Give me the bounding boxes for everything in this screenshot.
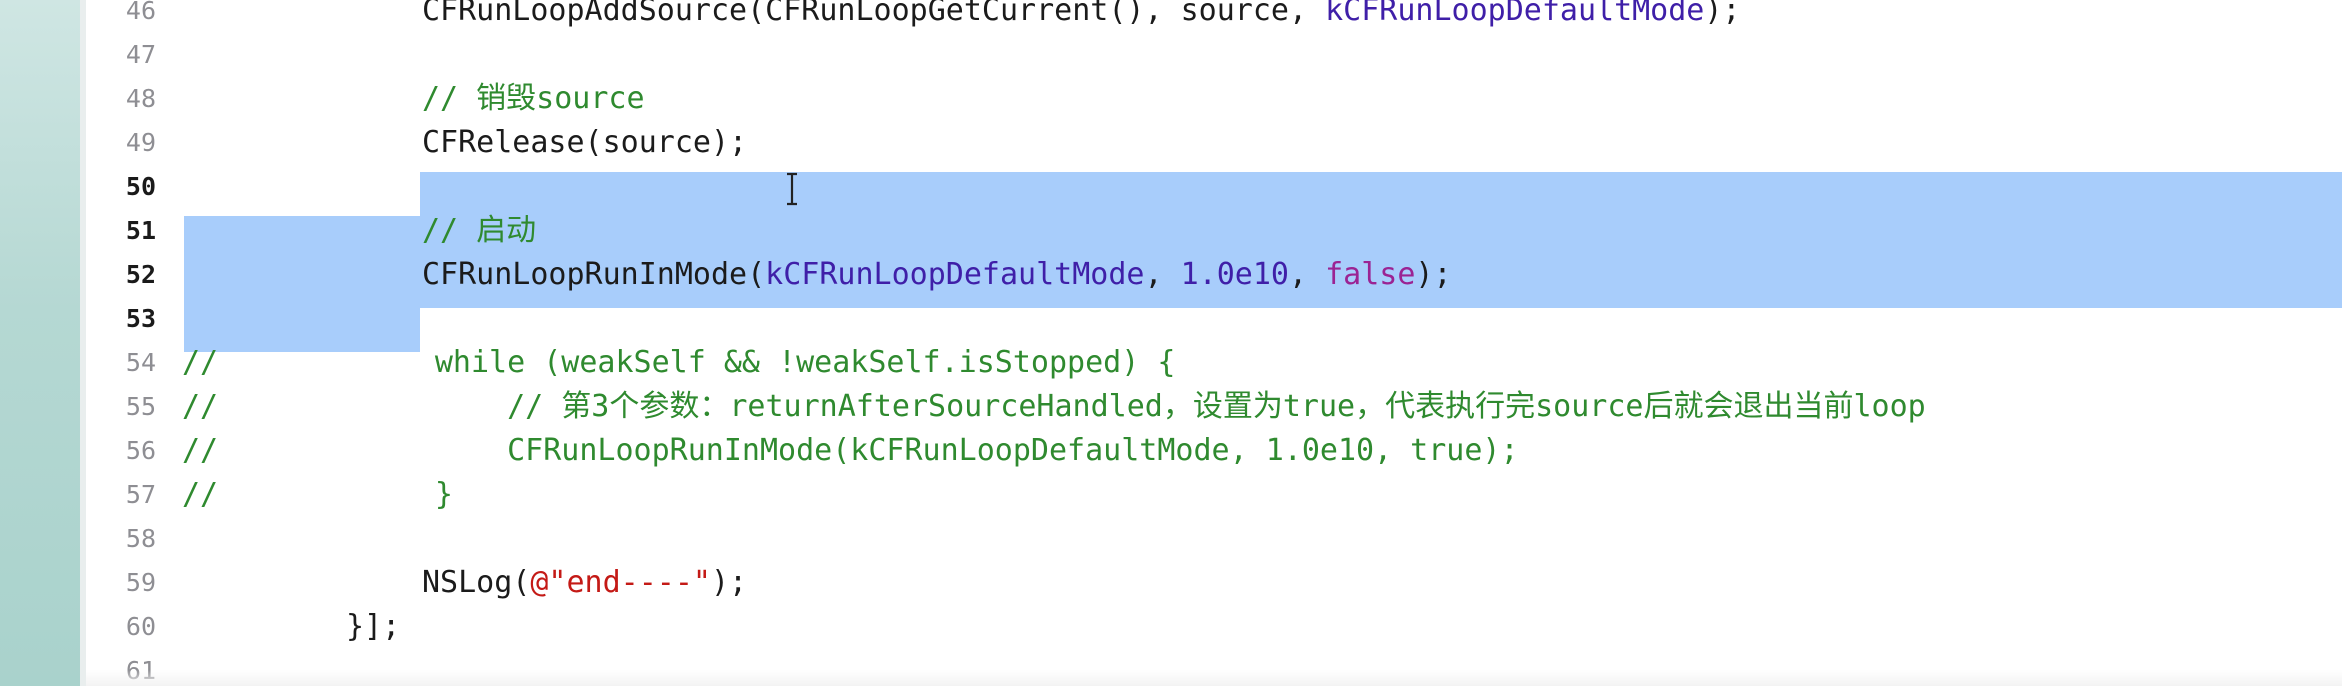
code-line-56[interactable]: // CFRunLoopRunInMode(kCFRunLoopDefaultM…: [182, 429, 1519, 473]
code-token: );: [1704, 0, 1741, 28]
text-selection: [420, 172, 2342, 216]
code-token: CFRunLoopAddSource(CFRunLoopGetCurrent()…: [422, 0, 1326, 28]
code-token: kCFRunLoopDefaultMode: [765, 257, 1145, 292]
code-token: CFRunLoopRunInMode(: [422, 257, 766, 292]
line-number-59[interactable]: 59: [86, 561, 156, 605]
code-token: kCFRunLoopDefaultMode: [1325, 0, 1705, 28]
background-window-strip: [0, 0, 86, 686]
code-token: NSLog(: [422, 565, 531, 600]
code-line-54[interactable]: // while (weakSelf && !weakSelf.isStoppe…: [182, 341, 1175, 385]
code-token: false: [1325, 257, 1416, 292]
line-number-46[interactable]: 46: [86, 0, 156, 33]
editor-bottom-edge: [86, 670, 2342, 686]
line-number-60[interactable]: 60: [86, 605, 156, 649]
line-number-54[interactable]: 54: [86, 341, 156, 385]
code-line-48[interactable]: // 销毁source: [422, 77, 645, 121]
code-token: ,: [1144, 257, 1181, 292]
code-token: // 启动: [422, 213, 537, 248]
line-number-51[interactable]: 51: [86, 209, 156, 253]
line-number-52[interactable]: 52: [86, 253, 156, 297]
line-number-48[interactable]: 48: [86, 77, 156, 121]
code-token: // CFRunLoopRunInMode(kCFRunLoopDefaultM…: [182, 433, 1519, 468]
code-token: }];: [346, 609, 401, 644]
line-number-56[interactable]: 56: [86, 429, 156, 473]
code-line-60[interactable]: }];: [346, 605, 400, 649]
code-token: @"end----": [530, 565, 711, 600]
code-token: // }: [182, 477, 453, 512]
code-token: // while (weakSelf && !weakSelf.isStoppe…: [182, 345, 1176, 380]
code-line-52[interactable]: CFRunLoopRunInMode(kCFRunLoopDefaultMode…: [422, 253, 1452, 297]
line-number-47[interactable]: 47: [86, 33, 156, 77]
line-number-53[interactable]: 53: [86, 297, 156, 341]
line-number-49[interactable]: 49: [86, 121, 156, 165]
code-line-46[interactable]: CFRunLoopAddSource(CFRunLoopGetCurrent()…: [422, 0, 1741, 33]
code-line-51[interactable]: // 启动: [422, 209, 536, 253]
line-number-50[interactable]: 50: [86, 165, 156, 209]
code-line-55[interactable]: // // 第3个参数：returnAfterSourceHandled，设置为…: [182, 385, 1926, 429]
code-token: 1.0e10: [1180, 257, 1289, 292]
code-line-57[interactable]: // }: [182, 473, 453, 517]
code-editor[interactable]: 46 CFRunLoopAddSource(CFRunLoopGetCurrent…: [86, 0, 2342, 686]
code-line-49[interactable]: CFRelease(source);: [422, 121, 747, 165]
line-number-57[interactable]: 57: [86, 473, 156, 517]
code-token: CFRelease(source);: [422, 125, 748, 160]
code-token: );: [1415, 257, 1452, 292]
ibeam-cursor-icon: [787, 172, 797, 206]
line-number-55[interactable]: 55: [86, 385, 156, 429]
code-token: // 销毁source: [422, 81, 645, 116]
code-line-59[interactable]: NSLog(@"end----");: [422, 561, 747, 605]
code-token: ,: [1288, 257, 1326, 292]
code-token: // // 第3个参数：returnAfterSourceHandled，设置为…: [182, 389, 1926, 424]
line-number-58[interactable]: 58: [86, 517, 156, 561]
code-token: );: [711, 565, 748, 600]
